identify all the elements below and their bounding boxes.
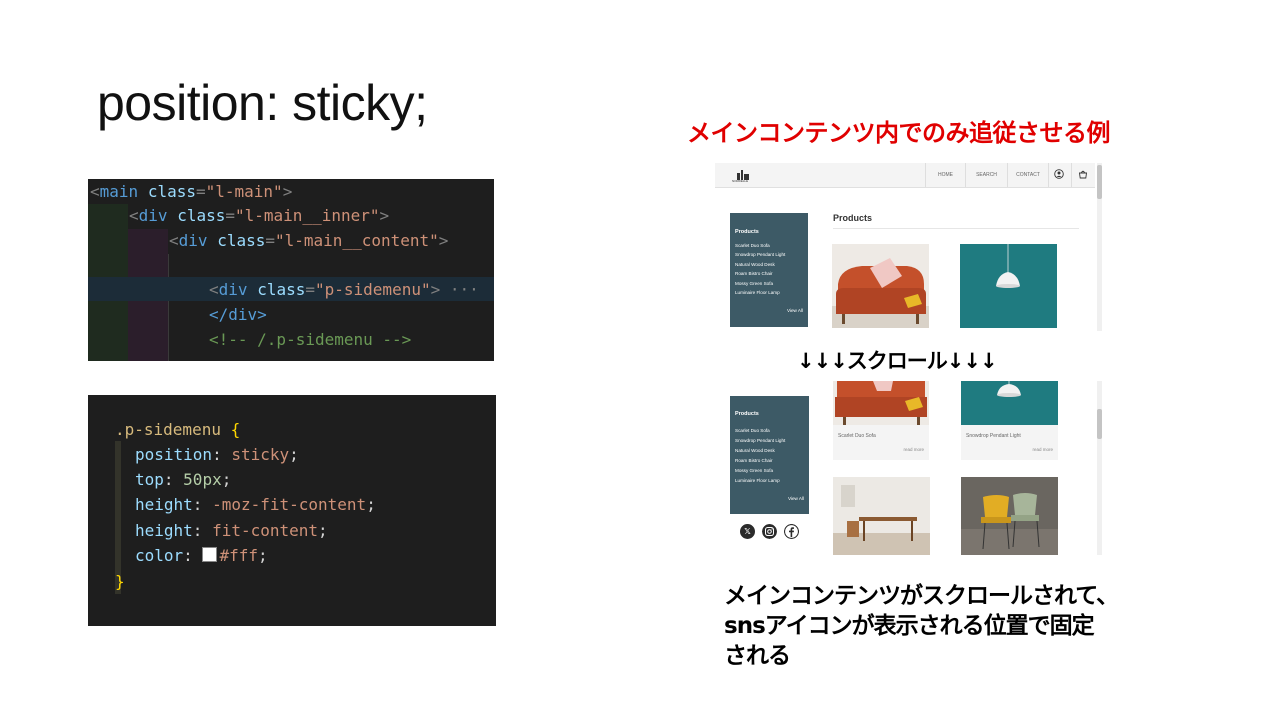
site-header: NORDELLE HOME SEARCH CONTACT bbox=[715, 163, 1095, 188]
sidemenu-item[interactable]: Scarlet Duo Sofa bbox=[735, 428, 770, 433]
sidemenu-item[interactable]: Scarlet Duo Sofa bbox=[735, 243, 770, 248]
caption-line: snsアイコンが表示される位置で固定 bbox=[724, 613, 1095, 639]
product-card[interactable]: Scarlet Duo Sofa read more bbox=[833, 381, 929, 460]
css-code-panel: .p-sidemenu { position: sticky; top: 50p… bbox=[88, 395, 496, 626]
product-name: Scarlet Duo Sofa bbox=[838, 433, 876, 439]
caption-line: される bbox=[724, 643, 791, 669]
pendant-lamp-image[interactable] bbox=[961, 381, 1058, 425]
read-more-link[interactable]: read more bbox=[903, 447, 924, 452]
sidemenu-item[interactable]: Mossy Green Sofa bbox=[735, 468, 773, 473]
divider bbox=[833, 228, 1079, 229]
sidemenu-item[interactable]: Mossy Green Sofa bbox=[735, 281, 773, 286]
sidemenu-item[interactable]: Natural Wood Desk bbox=[735, 262, 775, 267]
sofa-image[interactable] bbox=[833, 381, 929, 425]
code-line-3: <div class="l-main__content"> bbox=[169, 231, 449, 250]
scroll-label: ↓↓↓スクロール↓↓↓ bbox=[797, 349, 998, 373]
caption-line: メインコンテンツがスクロールされて、 bbox=[724, 583, 1119, 609]
css-decl-position: position: sticky; bbox=[135, 445, 299, 464]
code-line-5: <div class="p-sidemenu"> ··· bbox=[209, 280, 479, 299]
chairs-image[interactable] bbox=[961, 477, 1058, 555]
sidemenu-item[interactable]: Roam Bistro Chair bbox=[735, 271, 773, 276]
html-code-panel: <main class="l-main"> <div class="l-main… bbox=[88, 179, 494, 361]
color-swatch[interactable] bbox=[202, 547, 218, 562]
sidemenu-sticky: Products Scarlet Duo Sofa Snowdrop Penda… bbox=[730, 396, 809, 514]
code-line-7: <!-- /.p-sidemenu --> bbox=[209, 330, 412, 349]
slide-title: position: sticky; bbox=[97, 75, 428, 131]
fold-ellipsis[interactable]: ··· bbox=[450, 280, 479, 299]
product-card[interactable]: Snowdrop Pendant Light read more bbox=[961, 381, 1058, 460]
x-icon[interactable]: 𝕏 bbox=[740, 524, 755, 539]
nav-contact[interactable]: CONTACT bbox=[1007, 163, 1048, 187]
logo-text: NORDELLE bbox=[732, 179, 749, 183]
sidemenu-item[interactable]: Snowdrop Pendant Light bbox=[735, 252, 785, 257]
product-name: Snowdrop Pendant Light bbox=[966, 433, 1021, 439]
view-all-link[interactable]: View All bbox=[788, 496, 804, 501]
cart-icon[interactable] bbox=[1078, 169, 1088, 179]
caption: メインコンテンツがスクロールされて、 snsアイコンが表示される位置で固定 され… bbox=[724, 581, 1144, 671]
sidemenu: Products Scarlet Duo Sofa Snowdrop Penda… bbox=[730, 213, 808, 327]
read-more-link[interactable]: read more bbox=[1032, 447, 1053, 452]
products-heading: Products bbox=[833, 213, 873, 223]
code-line-1: <main class="l-main"> bbox=[90, 182, 293, 201]
scrollbar-thumb[interactable] bbox=[1097, 409, 1102, 439]
nav-search[interactable]: SEARCH bbox=[965, 163, 1007, 187]
sidemenu-item[interactable]: Luminaire Floor Lamp bbox=[735, 478, 780, 483]
code-line-2: <div class="l-main__inner"> bbox=[129, 206, 390, 225]
sidemenu-item[interactable]: Snowdrop Pendant Light bbox=[735, 438, 785, 443]
css-decl-color: color: #fff; bbox=[135, 546, 268, 565]
view-all-link[interactable]: View All bbox=[787, 308, 803, 313]
user-icon[interactable] bbox=[1054, 169, 1064, 179]
instagram-icon[interactable] bbox=[762, 524, 777, 539]
scrollbar[interactable] bbox=[1097, 163, 1102, 331]
sidemenu-item[interactable]: Natural Wood Desk bbox=[735, 448, 775, 453]
nav-home[interactable]: HOME bbox=[925, 163, 965, 187]
css-decl-height-moz: height: -moz-fit-content; bbox=[135, 495, 376, 514]
css-decl-height: height: fit-content; bbox=[135, 521, 328, 540]
scrollbar-thumb[interactable] bbox=[1097, 165, 1102, 199]
code-line-6: </div> bbox=[209, 305, 267, 324]
wood-desk-image[interactable] bbox=[833, 477, 930, 555]
sidemenu-item[interactable]: Luminaire Floor Lamp bbox=[735, 290, 780, 295]
pendant-lamp-image[interactable] bbox=[960, 244, 1057, 328]
css-close-line: } bbox=[115, 572, 125, 591]
sofa-image[interactable] bbox=[832, 244, 929, 328]
example-heading: メインコンテンツ内でのみ追従させる例 bbox=[687, 119, 1111, 147]
browser-mock-after: Scarlet Duo Sofa read more Snowdrop Pend… bbox=[715, 381, 1102, 555]
facebook-icon[interactable] bbox=[784, 524, 799, 539]
sidemenu-title: Products bbox=[735, 411, 759, 417]
sidemenu-title: Products bbox=[735, 229, 759, 235]
css-decl-top: top: 50px; bbox=[135, 470, 232, 489]
css-selector-line: .p-sidemenu { bbox=[115, 420, 241, 439]
scrollbar[interactable] bbox=[1097, 381, 1102, 555]
sidemenu-item[interactable]: Roam Bistro Chair bbox=[735, 458, 773, 463]
browser-mock-before: NORDELLE HOME SEARCH CONTACT Products Sc… bbox=[715, 163, 1102, 331]
